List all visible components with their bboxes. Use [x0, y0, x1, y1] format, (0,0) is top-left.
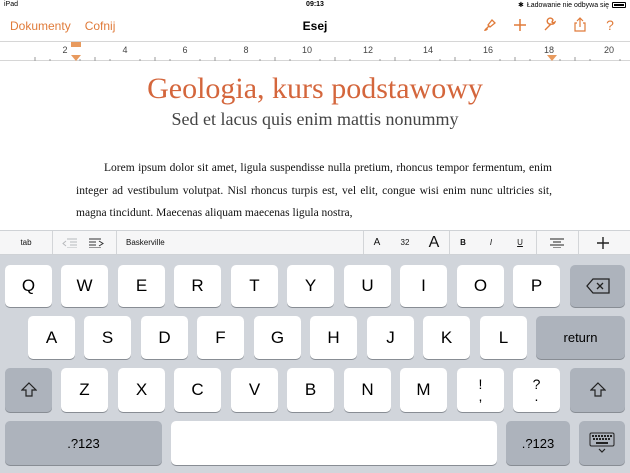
key-h[interactable]: H — [310, 316, 357, 359]
status-bar: iPad 09:13 ✱ Ładowanie nie odbywa się — [0, 0, 630, 11]
key-a[interactable]: A — [28, 316, 75, 359]
document-canvas[interactable]: Geologia, kurs podstawowy Sed et lacus q… — [0, 61, 630, 230]
add-icon[interactable] — [510, 15, 530, 35]
keyboard-dismiss-icon — [589, 432, 615, 453]
key-y[interactable]: Y — [287, 265, 334, 307]
divider — [449, 231, 450, 254]
key-f[interactable]: F — [197, 316, 244, 359]
key-q[interactable]: Q — [5, 265, 52, 307]
subheading[interactable]: Sed et lacus quis enim mattis nonummy — [0, 109, 630, 130]
hide-keyboard-key[interactable] — [579, 421, 625, 465]
key-t[interactable]: T — [231, 265, 278, 307]
align-center-icon[interactable] — [540, 231, 574, 254]
key-z[interactable]: Z — [61, 368, 108, 412]
decrease-indent-icon[interactable] — [56, 231, 82, 254]
backspace-icon — [585, 278, 610, 294]
divider — [52, 231, 53, 254]
battery-icon — [612, 2, 626, 8]
return-key[interactable]: return — [536, 316, 625, 359]
charging-status: Ładowanie nie odbywa się — [526, 1, 609, 9]
space-bar[interactable] — [171, 421, 497, 465]
nav-right: ? — [480, 15, 620, 35]
key-exclamation-comma[interactable]: ! , — [457, 368, 504, 412]
font-picker[interactable]: Baskerville — [126, 231, 165, 254]
shift-key-right[interactable] — [570, 368, 625, 412]
key-p[interactable]: P — [513, 265, 560, 307]
italic-button[interactable]: I — [481, 231, 501, 254]
divider — [363, 231, 364, 254]
key-l[interactable]: L — [480, 316, 527, 359]
key-d[interactable]: D — [141, 316, 188, 359]
status-right: ✱ Ładowanie nie odbywa się — [518, 1, 626, 9]
heading[interactable]: Geologia, kurs podstawowy — [0, 72, 630, 106]
format-bar: tab Baskerville A 32 A B I U — [0, 230, 630, 255]
key-j[interactable]: J — [367, 316, 414, 359]
insert-add-icon[interactable] — [588, 231, 618, 254]
ruler-number: 4 — [122, 45, 128, 55]
key-question-period[interactable]: ? . — [513, 368, 560, 412]
increase-indent-icon[interactable] — [84, 231, 110, 254]
ruler-number: 18 — [543, 45, 555, 55]
first-line-indent-marker[interactable] — [71, 42, 81, 47]
ruler-number: 16 — [482, 45, 494, 55]
divider — [116, 231, 117, 254]
backspace-key[interactable] — [570, 265, 625, 307]
key-r[interactable]: R — [174, 265, 221, 307]
key-v[interactable]: V — [231, 368, 278, 412]
ruler-number: 14 — [422, 45, 434, 55]
tab-button[interactable]: tab — [0, 231, 52, 254]
key-o[interactable]: O — [457, 265, 504, 307]
key-u[interactable]: U — [344, 265, 391, 307]
key-bottom-char: . — [534, 388, 539, 404]
key-n[interactable]: N — [344, 368, 391, 412]
ruler-number: 2 — [62, 45, 68, 55]
key-c[interactable]: C — [174, 368, 221, 412]
ruler-ticks — [34, 42, 621, 61]
key-bottom-char: , — [478, 388, 483, 404]
share-icon[interactable] — [570, 15, 590, 35]
nav-bar: Dokumenty Cofnij Esej ? — [0, 11, 630, 41]
svg-text:?: ? — [606, 17, 614, 33]
ruler[interactable]: 2 4 6 8 10 12 14 16 18 20 — [0, 41, 630, 61]
bluetooth-icon: ✱ — [518, 2, 524, 9]
key-x[interactable]: X — [118, 368, 165, 412]
bold-button[interactable]: B — [453, 231, 473, 254]
ruler-number: 20 — [603, 45, 615, 55]
ruler-number: 12 — [362, 45, 374, 55]
format-brush-icon[interactable] — [480, 15, 500, 35]
wrench-icon[interactable] — [540, 15, 560, 35]
decrease-font-size-button[interactable]: A — [366, 231, 388, 254]
numbers-key-right[interactable]: .?123 — [506, 421, 570, 465]
divider — [578, 231, 579, 254]
key-b[interactable]: B — [287, 368, 334, 412]
key-e[interactable]: E — [118, 265, 165, 307]
key-k[interactable]: K — [423, 316, 470, 359]
underline-button[interactable]: U — [510, 231, 530, 254]
shift-key-left[interactable] — [5, 368, 52, 412]
key-w[interactable]: W — [61, 265, 108, 307]
key-g[interactable]: G — [254, 316, 301, 359]
key-s[interactable]: S — [84, 316, 131, 359]
key-i[interactable]: I — [400, 265, 447, 307]
keyboard: Q W E R T Y U I O P A S D F G H J K L re… — [0, 255, 630, 473]
divider — [536, 231, 537, 254]
key-m[interactable]: M — [400, 368, 447, 412]
increase-font-size-button[interactable]: A — [422, 231, 446, 254]
help-icon[interactable]: ? — [600, 15, 620, 35]
body-paragraph[interactable]: Lorem ipsum dolor sit amet, ligula suspe… — [76, 157, 552, 225]
shift-icon — [20, 382, 37, 397]
numbers-key-left[interactable]: .?123 — [5, 421, 162, 465]
ruler-number: 8 — [243, 45, 249, 55]
ruler-number: 10 — [301, 45, 313, 55]
ruler-number: 6 — [182, 45, 188, 55]
shift-icon — [589, 382, 606, 397]
font-size-value[interactable]: 32 — [392, 231, 418, 254]
